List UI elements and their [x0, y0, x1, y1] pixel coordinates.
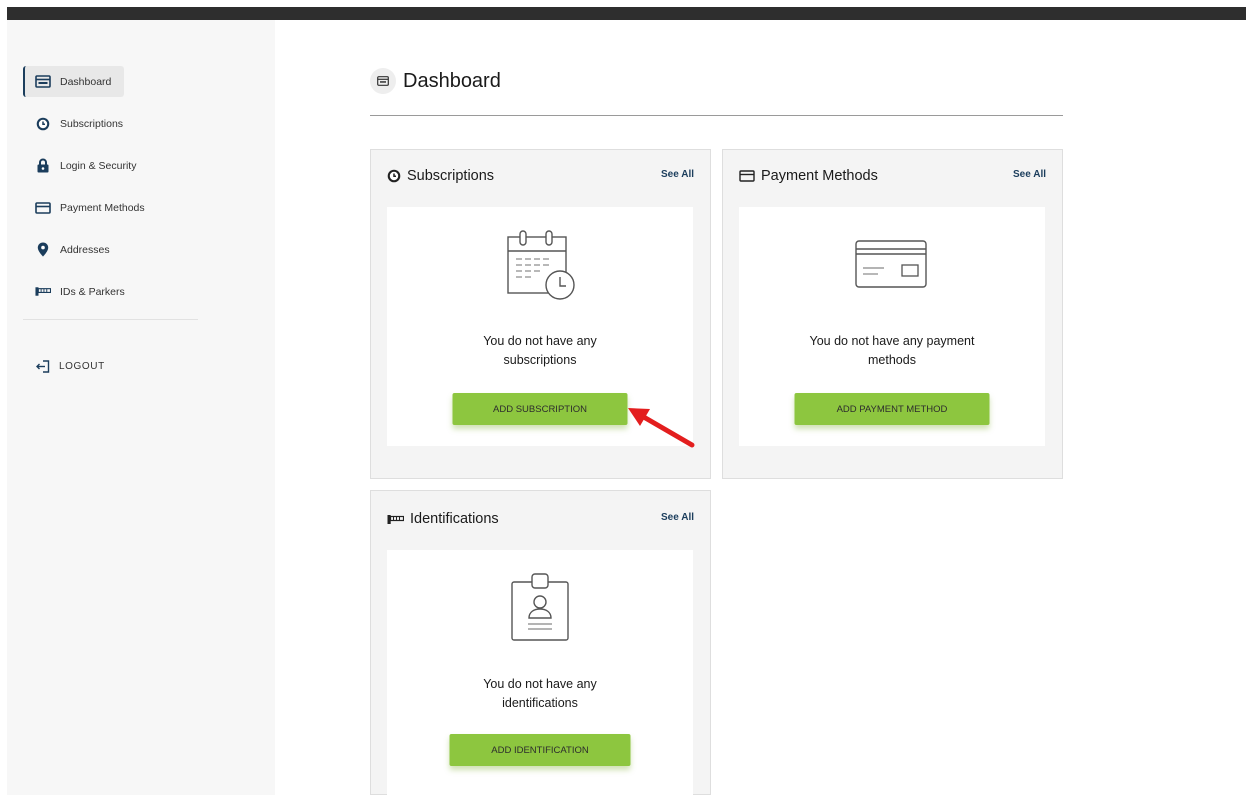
card-header: Identifications: [387, 509, 499, 529]
credit-card-icon: [35, 200, 51, 216]
annotation-arrow-icon: [628, 408, 695, 448]
sidebar-item-label: Payment Methods: [60, 201, 145, 214]
map-pin-icon: [35, 242, 51, 258]
clock-icon: [35, 116, 51, 132]
sidebar-item-ids-parkers[interactable]: IDs & Parkers: [23, 276, 125, 307]
card-title: Identifications: [410, 511, 499, 527]
empty-message: You do not have any payment methods: [809, 334, 975, 367]
card-header: Payment Methods: [739, 166, 878, 186]
add-subscription-button[interactable]: ADD SUBSCRIPTION: [452, 393, 628, 425]
logout-icon: [35, 358, 51, 374]
top-bar: [7, 7, 1246, 20]
sidebar: Dashboard Subscriptions Login & Security…: [7, 20, 275, 795]
lock-icon: [35, 158, 51, 174]
payment-card-illustration: [855, 240, 927, 288]
sidebar-item-label: Login & Security: [60, 159, 137, 172]
sidebar-item-label: Addresses: [60, 243, 110, 256]
page-header: Dashboard: [370, 67, 501, 95]
payment-methods-card: Payment Methods See All You do not have …: [722, 149, 1063, 479]
id-tag-icon: [387, 514, 404, 524]
card-title: Payment Methods: [761, 168, 878, 184]
sidebar-item-payment-methods[interactable]: Payment Methods: [23, 192, 145, 223]
sidebar-divider: [23, 319, 198, 320]
id-badge-icon: [511, 573, 569, 641]
credit-card-icon: [739, 170, 755, 182]
empty-message: You do not have any identifications: [483, 677, 597, 710]
logout-button[interactable]: LOGOUT: [35, 358, 105, 374]
dashboard-icon: [370, 68, 396, 94]
sidebar-item-label: Subscriptions: [60, 117, 124, 130]
sidebar-item-dashboard[interactable]: Dashboard: [23, 66, 124, 97]
calendar-clock-icon: [507, 230, 575, 300]
see-all-link[interactable]: See All: [1013, 169, 1046, 180]
card-header: Subscriptions: [387, 166, 494, 186]
card-title: Subscriptions: [407, 168, 495, 184]
card-body: You do not have any identifications ADD …: [387, 550, 693, 795]
see-all-link[interactable]: See All: [661, 512, 694, 523]
sidebar-item-addresses[interactable]: Addresses: [23, 234, 110, 265]
add-identification-button[interactable]: ADD IDENTIFICATION: [449, 734, 631, 766]
page-title: Dashboard: [403, 69, 501, 92]
card-body: You do not have any payment methods ADD …: [739, 207, 1045, 446]
sidebar-item-login-security[interactable]: Login & Security: [23, 150, 136, 181]
logout-label: LOGOUT: [59, 360, 105, 372]
clock-icon: [387, 169, 401, 183]
identifications-card: Identifications See All You do not have …: [370, 490, 711, 795]
dashboard-icon: [35, 74, 51, 90]
empty-message: You do not have any subscriptions: [483, 334, 597, 367]
id-tag-icon: [35, 284, 51, 300]
add-payment-method-button[interactable]: ADD PAYMENT METHOD: [794, 393, 990, 425]
see-all-link[interactable]: See All: [661, 169, 694, 180]
sidebar-item-subscriptions[interactable]: Subscriptions: [23, 108, 123, 139]
sidebar-item-label: IDs & Parkers: [60, 285, 125, 298]
sidebar-item-label: Dashboard: [60, 75, 112, 88]
title-divider: [370, 115, 1063, 116]
